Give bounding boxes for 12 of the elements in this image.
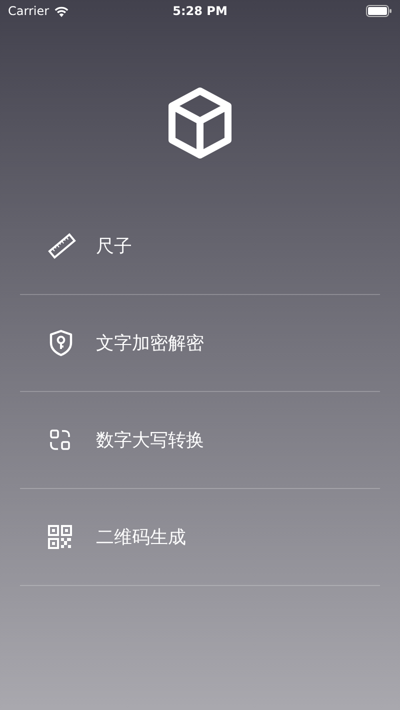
convert-icon [48, 428, 72, 452]
menu-item[interactable]: 二维码生成 [20, 489, 380, 586]
menu-item[interactable]: 尺子 [20, 198, 380, 295]
menu-item[interactable]: 数字大写转换 [20, 392, 380, 489]
menu-item[interactable]: 文字加密解密 [20, 295, 380, 392]
qr-code-icon [48, 525, 72, 549]
ruler-icon [48, 232, 76, 260]
carrier-name: Carrier [8, 4, 50, 18]
wifi-icon [54, 6, 70, 16]
status-time: 5:28 PM [172, 4, 228, 18]
shield-key-icon [48, 329, 74, 357]
battery-icon [366, 5, 392, 17]
